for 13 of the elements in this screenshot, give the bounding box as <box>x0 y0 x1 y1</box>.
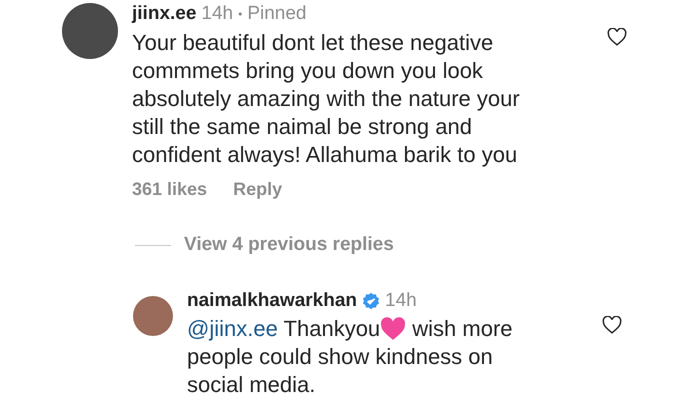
username[interactable]: jiinx.ee <box>132 3 196 25</box>
like-heart-icon[interactable] <box>602 316 622 334</box>
mention-link[interactable]: @jiinx.ee <box>187 316 278 341</box>
reply-text: @jiinx.ee Thankyou wish more people could show kindness on social media. <box>187 315 514 399</box>
like-heart-icon[interactable] <box>607 28 627 46</box>
avatar[interactable] <box>133 296 173 336</box>
timestamp: 14h <box>201 3 234 25</box>
separator: • <box>238 6 242 23</box>
pinned-label: Pinned <box>247 3 306 25</box>
timestamp: 14h <box>385 290 417 312</box>
username[interactable]: naimalkhawarkhan <box>187 290 358 312</box>
comment-text: Your beautiful dont let these negative commmets bring you down you look absolutely amazing with the nature your still the same naimal be strong and confident always! Allahuma barik to you <box>132 29 521 169</box>
heart-icon <box>380 317 406 341</box>
